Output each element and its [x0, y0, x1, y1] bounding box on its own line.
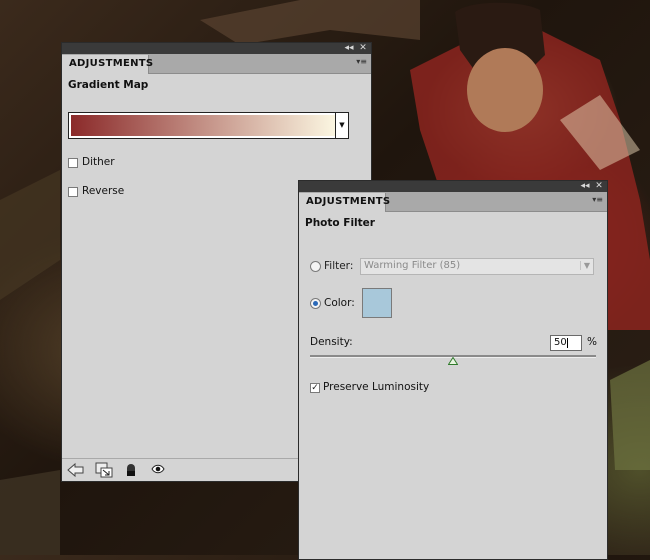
color-radio[interactable] — [310, 298, 321, 309]
close-icon[interactable]: ✕ — [357, 43, 369, 54]
panel-tab-row: ADJUSTMENTS ▾≡ — [62, 54, 371, 74]
density-slider[interactable] — [310, 354, 596, 368]
collapse-icon[interactable]: ◂◂ — [579, 181, 591, 192]
clip-layer-icon[interactable] — [95, 462, 113, 478]
panel-tab-row: ADJUSTMENTS ▾≡ — [299, 192, 607, 212]
gradient-dropdown-button[interactable]: ▼ — [335, 113, 348, 138]
density-label: Density: — [310, 336, 353, 348]
reverse-label: Reverse — [82, 185, 125, 197]
preserve-luminosity-checkbox[interactable]: ✓ — [310, 383, 320, 393]
filter-select-value: Warming Filter (85) — [364, 260, 461, 271]
close-icon[interactable]: ✕ — [593, 181, 605, 192]
density-value: 50 — [554, 337, 567, 348]
gradient-picker[interactable]: ▼ — [68, 112, 349, 139]
reverse-checkbox[interactable] — [68, 187, 78, 197]
photo-filter-panel: ◂◂ ✕ ADJUSTMENTS ▾≡ Photo Filter Filter:… — [298, 180, 608, 560]
chevron-down-icon: ▼ — [579, 261, 590, 270]
density-unit: % — [587, 336, 597, 348]
gradient-preview[interactable] — [71, 115, 335, 136]
panel-title-bar[interactable]: ◂◂ ✕ — [299, 181, 607, 192]
adjustments-tab[interactable]: ADJUSTMENTS — [299, 193, 390, 212]
panel-menu-icon[interactable]: ▾≡ — [592, 195, 603, 204]
collapse-icon[interactable]: ◂◂ — [343, 43, 355, 54]
panel-title: Photo Filter — [305, 217, 375, 229]
color-label: Color: — [324, 297, 355, 309]
dither-label: Dither — [82, 156, 115, 168]
chevron-down-icon: ▼ — [339, 121, 345, 129]
density-input[interactable]: 50 — [550, 335, 582, 351]
filter-select[interactable]: Warming Filter (85) ▼ — [360, 258, 594, 275]
filter-radio[interactable] — [310, 261, 321, 272]
back-arrow-icon[interactable] — [67, 462, 85, 478]
color-swatch[interactable] — [362, 288, 392, 318]
mask-icon[interactable] — [125, 462, 137, 478]
panel-title-bar[interactable]: ◂◂ ✕ — [62, 43, 371, 54]
panel-menu-icon[interactable]: ▾≡ — [356, 57, 367, 66]
panel-title: Gradient Map — [68, 79, 149, 91]
adjustments-tab[interactable]: ADJUSTMENTS — [62, 55, 153, 74]
dither-checkbox[interactable] — [68, 158, 78, 168]
filter-label: Filter: — [324, 260, 354, 272]
preserve-luminosity-label: Preserve Luminosity — [323, 381, 430, 393]
text-caret — [567, 338, 568, 348]
slider-thumb[interactable] — [448, 357, 458, 365]
visibility-eye-icon[interactable] — [151, 463, 165, 475]
